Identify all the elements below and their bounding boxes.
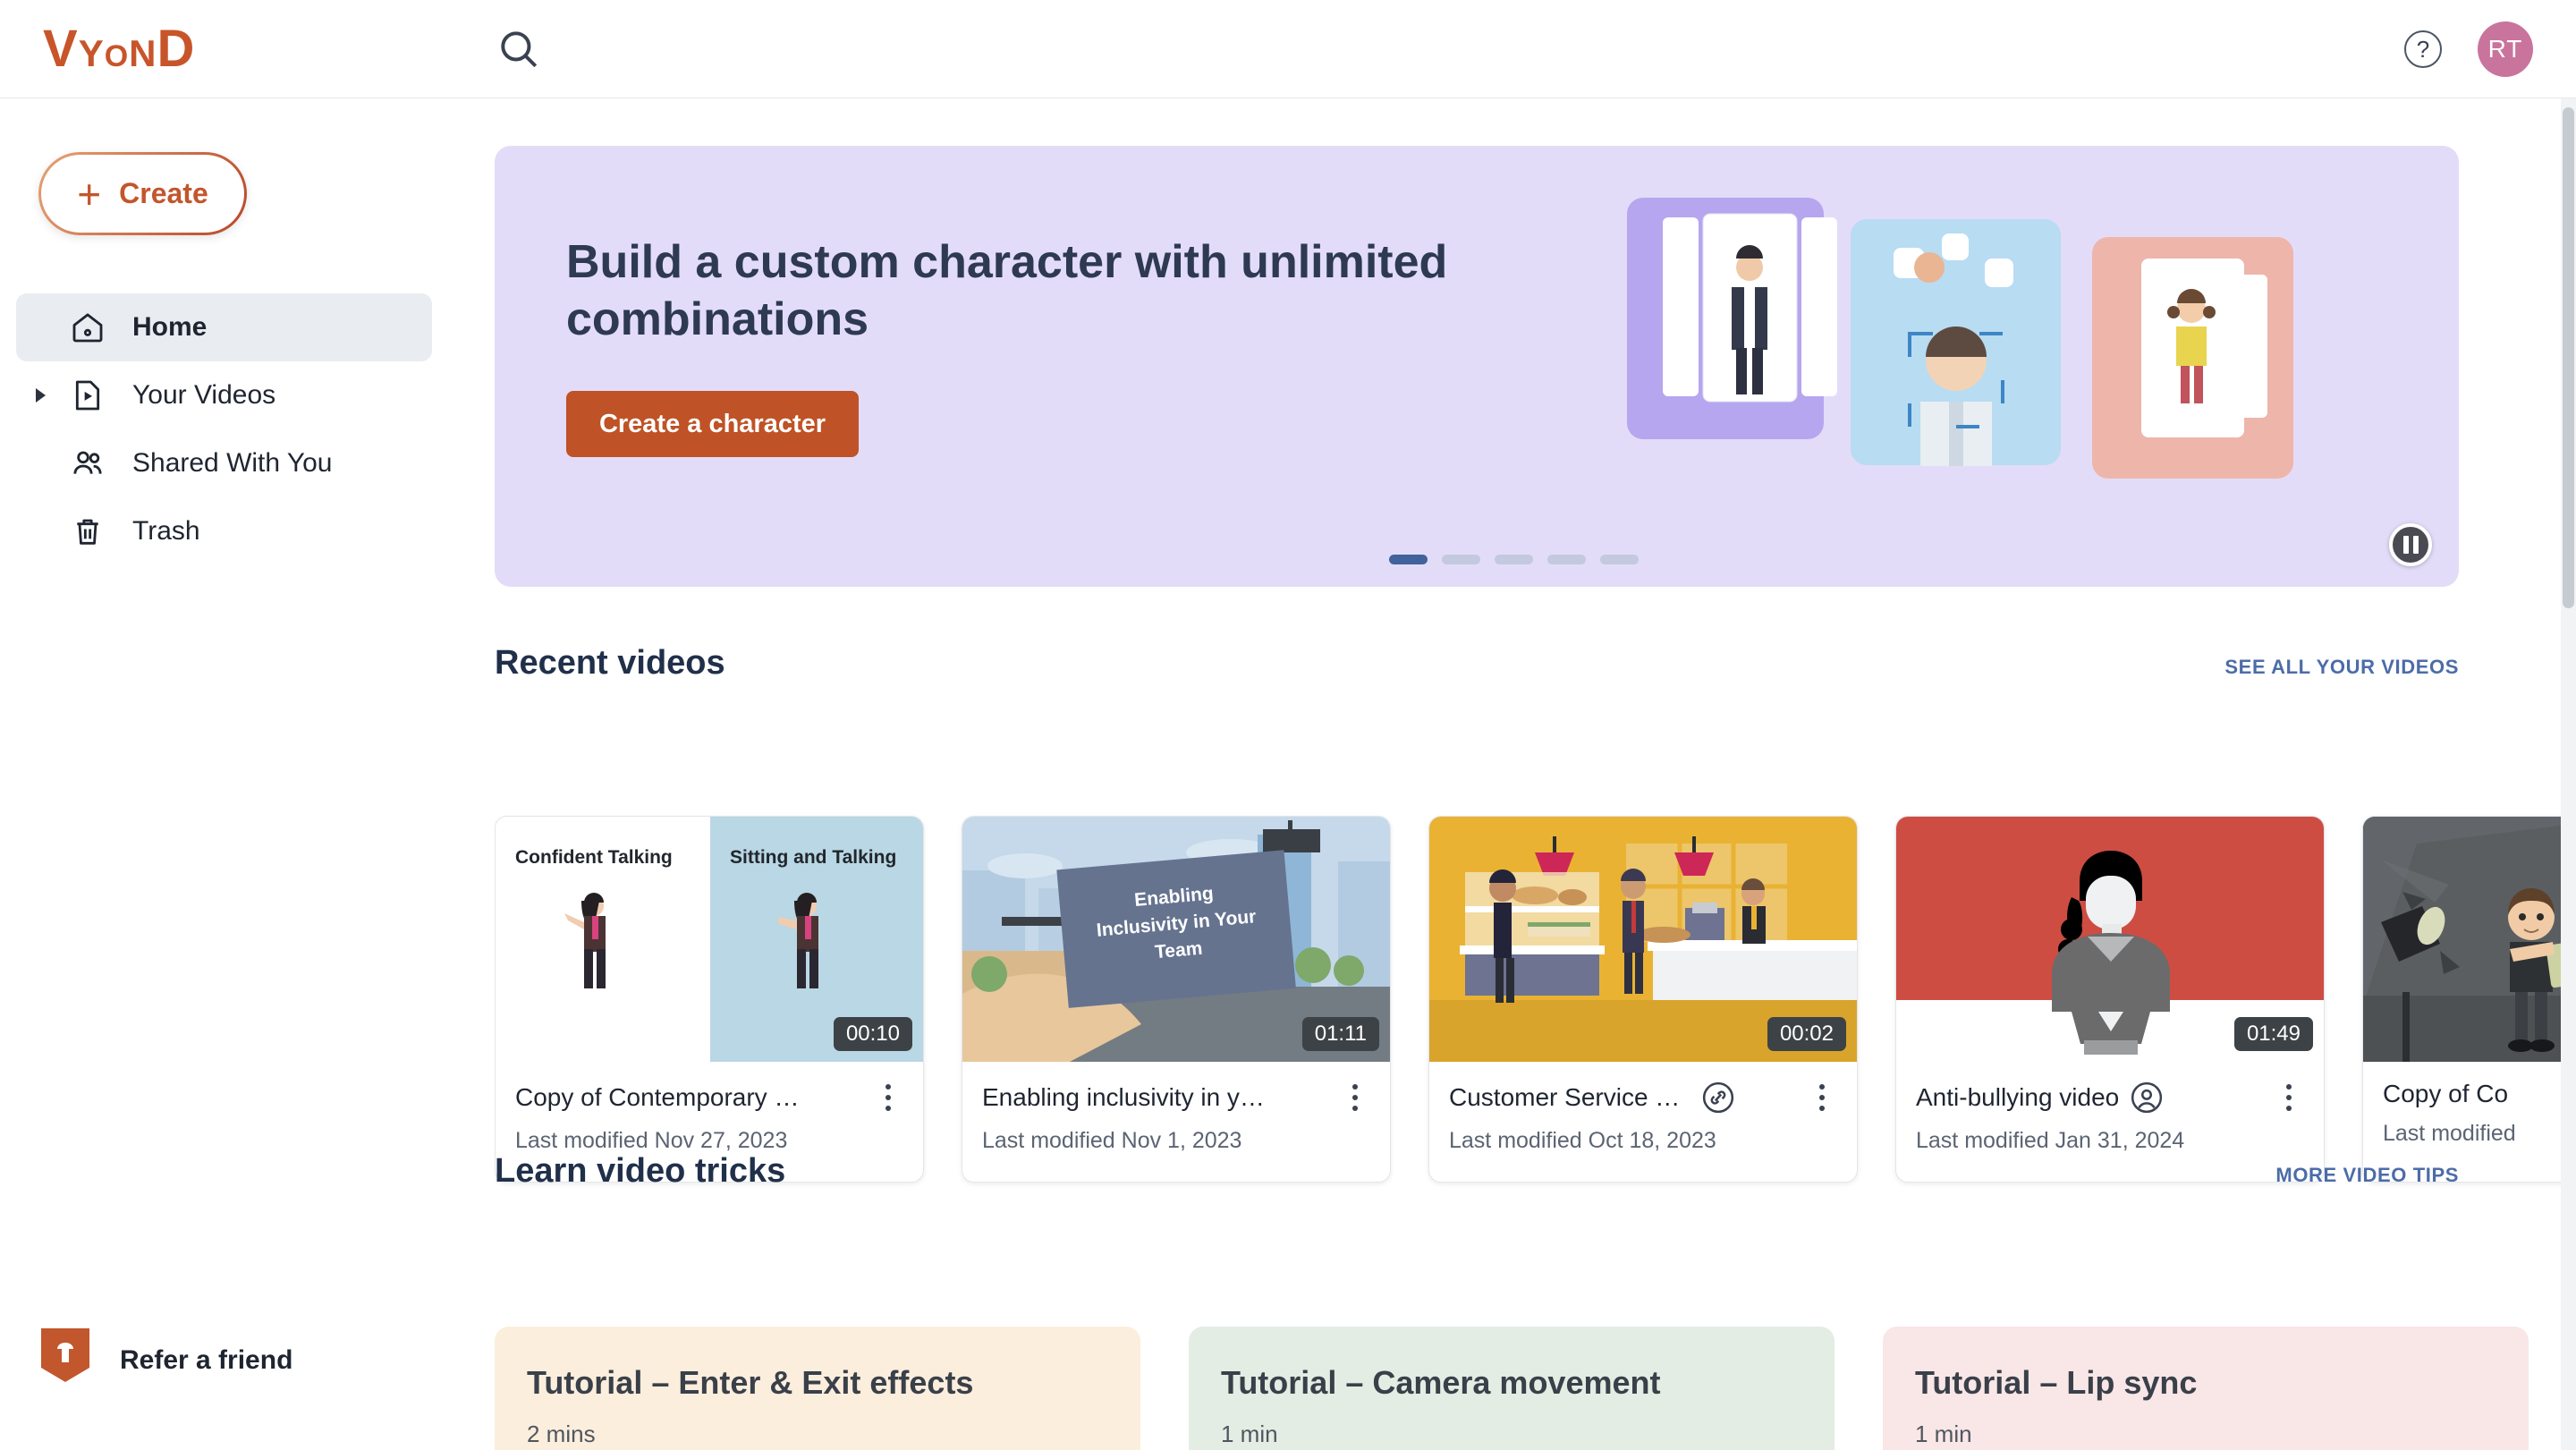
carousel-dot[interactable] [1495,555,1533,564]
sidebar-nav: Home Your Videos Shared With You Trash [16,293,432,565]
app-root: V Y O N D ? RT + Create Home Your Videos… [0,0,2576,1450]
refer-a-friend-button[interactable]: Refer a friend [38,1327,292,1395]
gift-ribbon-icon [38,1327,93,1395]
sidebar-item-home[interactable]: Home [16,293,432,361]
video-card[interactable]: Copy of Co Last modified [2362,816,2561,1183]
page-title: Recent videos [495,644,725,682]
svg-text:Confident Talking: Confident Talking [515,847,673,868]
svg-text:Sitting and Talking: Sitting and Talking [730,847,896,868]
logo-letter-3: O [104,39,130,73]
video-card[interactable]: Enabling Inclusivity in Your Team 01:11 … [962,816,1391,1183]
tutorial-title: Tutorial – Camera movement [1221,1364,1661,1401]
carousel-dot[interactable] [1442,555,1480,564]
video-modified-date: Last modified Oct 18, 2023 [1449,1128,1716,1153]
trash-icon [68,512,107,551]
tutorial-card[interactable]: Tutorial – Enter & Exit effects 2 mins 3 [495,1327,1140,1450]
sidebar-item-label: Trash [132,516,200,546]
kebab-menu-icon[interactable] [2274,1080,2304,1115]
kebab-menu-icon[interactable] [873,1080,903,1115]
sidebar-item-shared-with-you[interactable]: Shared With You [16,429,432,497]
top-bar-right: ? RT [2404,0,2533,98]
scrollbar-thumb[interactable] [2563,107,2574,608]
avatar[interactable]: RT [2478,21,2533,77]
video-thumbnail[interactable]: 01:49 [1896,817,2324,1062]
banner-title: Build a custom character with unlimited … [566,236,1448,346]
pause-icon[interactable] [2389,523,2432,566]
chevron-right-icon[interactable] [36,388,46,403]
video-file-icon [68,376,107,415]
video-card[interactable]: 00:02 Customer Service Exp... Last [1428,816,1858,1183]
avatar-initials: RT [2487,35,2523,63]
video-title: Anti-bullying video [1916,1083,2120,1111]
create-button[interactable]: + Create [38,152,247,235]
video-card[interactable]: 01:49 Anti-bullying video Last modified … [1895,816,2325,1183]
carousel-dot[interactable] [1600,555,1639,564]
duration-badge: 01:11 [1301,1017,1379,1051]
tutorial-duration: 2 mins [527,1420,596,1447]
duration-badge: 01:49 [2233,1017,2313,1051]
video-thumbnail[interactable] [2363,817,2561,1062]
video-thumbnail[interactable]: Confident Talking Sitting and Talking 00… [496,817,923,1062]
learn-video-tricks-header: Learn video tricks MORE VIDEO TIPS [495,1152,2459,1191]
tutorial-duration: 1 min [1221,1420,1278,1447]
sidebar-item-label: Home [132,312,208,342]
tutorial-card[interactable]: Tutorial – Camera movement 1 min [1189,1327,1835,1450]
refer-a-friend-label: Refer a friend [120,1345,293,1375]
help-icon-label: ? [2416,35,2430,63]
carousel-dots [1389,555,1639,564]
tutorials-row: Tutorial – Enter & Exit effects 2 mins 3 [495,1327,2561,1450]
banner-illustration [1609,182,2414,557]
main-content: Build a custom character with unlimited … [495,98,2561,1450]
tutorial-duration: 1 min [1915,1420,1972,1447]
sidebar-item-label: Your Videos [132,380,276,410]
logo-letter-2: Y [78,32,105,74]
help-circle-icon[interactable]: ? [2404,30,2442,68]
sidebar-item-trash[interactable]: Trash [16,497,432,565]
tutorial-card[interactable]: Tutorial – Lip sync 1 min 6 0 8 [1883,1327,2529,1450]
duration-badge: 00:02 [1767,1017,1846,1051]
link-share-icon[interactable] [1701,1081,1735,1115]
search-icon[interactable] [496,27,541,72]
recent-videos-row: Confident Talking Sitting and Talking 00… [495,816,2561,1183]
see-all-your-videos-link[interactable]: SEE ALL YOUR VIDEOS [2224,656,2459,679]
kebab-menu-icon[interactable] [1340,1080,1370,1115]
sidebar-item-your-videos[interactable]: Your Videos [16,361,432,429]
tutorial-title: Tutorial – Lip sync [1915,1364,2198,1401]
top-bar: V Y O N D ? RT [0,0,2576,98]
person-circle-icon[interactable] [2130,1081,2164,1115]
section-title: Learn video tricks [495,1152,786,1190]
recent-videos-header: Recent videos SEE ALL YOUR VIDEOS [495,644,2459,683]
create-a-character-button[interactable]: Create a character [566,391,859,457]
logo-letter-5: D [157,20,196,78]
sidebar: + Create Home Your Videos Shared With Yo… [0,98,495,1450]
kebab-menu-icon[interactable] [1807,1080,1837,1115]
vyond-logo[interactable]: V Y O N D [43,19,195,79]
video-modified-date: Last modified Nov 1, 2023 [982,1128,1242,1153]
duration-badge: 00:10 [833,1017,912,1051]
video-modified-date: Last modified Nov 27, 2023 [515,1128,788,1153]
video-modified-date: Last modified Jan 31, 2024 [1916,1128,2185,1153]
video-title: Enabling inclusivity in your t... [982,1083,1277,1111]
create-button-label: Create [119,177,208,209]
video-title: Customer Service Exp... [1449,1083,1690,1111]
svg-text:Team: Team [1154,938,1203,963]
more-video-tips-link[interactable]: MORE VIDEO TIPS [2275,1164,2459,1187]
logo-letter-4: N [129,32,157,74]
home-icon [68,308,107,347]
video-thumbnail[interactable]: Enabling Inclusivity in Your Team 01:11 [962,817,1390,1062]
video-title: Copy of Contemporary Sitti... [515,1083,810,1111]
promo-banner[interactable]: Build a custom character with unlimited … [495,146,2459,587]
video-thumbnail[interactable]: 00:02 [1429,817,1857,1062]
plus-icon: + [77,170,102,217]
video-title: Copy of Co [2383,1080,2509,1107]
carousel-dot[interactable] [1547,555,1586,564]
video-card[interactable]: Confident Talking Sitting and Talking 00… [495,816,924,1183]
logo-letter-1: V [43,20,79,78]
people-icon [68,444,107,483]
sidebar-item-label: Shared With You [132,448,333,478]
tutorial-title: Tutorial – Enter & Exit effects [527,1364,974,1401]
video-modified-date: Last modified [2383,1121,2516,1146]
carousel-dot[interactable] [1389,555,1428,564]
